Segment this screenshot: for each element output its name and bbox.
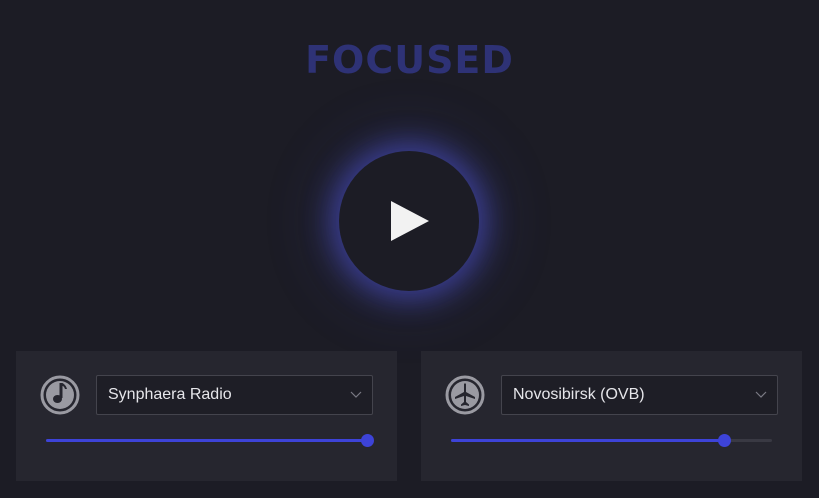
app-title: FOCUSED xyxy=(305,38,514,82)
slider-thumb[interactable] xyxy=(361,434,374,447)
music-volume-slider[interactable] xyxy=(46,434,374,448)
music-panel: Synphaera Radio xyxy=(16,351,397,481)
play-button[interactable] xyxy=(339,151,479,291)
ambience-volume-slider[interactable] xyxy=(451,434,772,448)
station-select-value: Synphaera Radio xyxy=(108,386,232,403)
chevron-down-icon xyxy=(755,391,767,398)
station-select[interactable]: Synphaera Radio xyxy=(96,375,373,415)
app-root: FOCUSED Synphaera Radio Novosibirsk (OVB… xyxy=(0,0,819,498)
slider-fill xyxy=(46,439,367,442)
airplane-icon xyxy=(445,375,485,415)
location-select[interactable]: Novosibirsk (OVB) xyxy=(501,375,778,415)
ambience-panel: Novosibirsk (OVB) xyxy=(421,351,802,481)
music-note-icon xyxy=(40,375,80,415)
location-select-value: Novosibirsk (OVB) xyxy=(513,386,645,403)
slider-fill xyxy=(451,439,724,442)
play-button-wrap xyxy=(339,151,479,291)
chevron-down-icon xyxy=(350,391,362,398)
play-icon xyxy=(391,201,429,241)
slider-thumb[interactable] xyxy=(717,434,731,447)
